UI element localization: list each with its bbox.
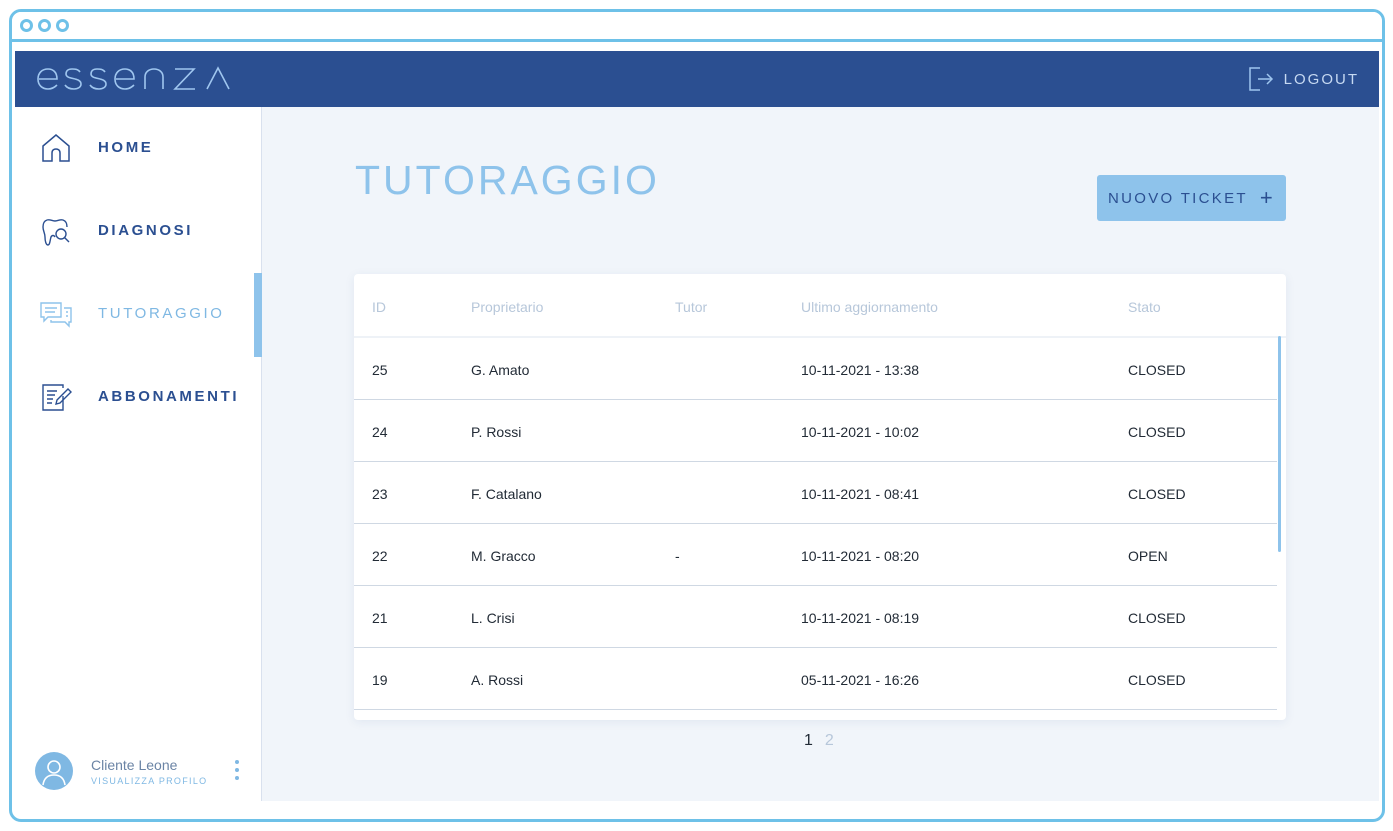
cell-state: CLOSED bbox=[1128, 362, 1186, 378]
logout-button[interactable]: LOGOUT bbox=[1248, 64, 1359, 94]
sidebar-item-label: HOME bbox=[98, 138, 154, 156]
top-header: LOGOUT bbox=[15, 51, 1379, 107]
cell-owner: A. Rossi bbox=[471, 672, 524, 688]
page-title: TUTORAGGIO bbox=[355, 157, 660, 203]
cell-updated: 10-11-2021 - 08:20 bbox=[801, 548, 920, 564]
cell-updated: 10-11-2021 - 08:41 bbox=[801, 486, 920, 502]
column-header-state[interactable]: Stato bbox=[1128, 299, 1161, 315]
table-row[interactable]: 24 P. Rossi 10-11-2021 - 10:02 CLOSED bbox=[354, 400, 1277, 462]
cell-id: 25 bbox=[372, 362, 388, 378]
page-1-link[interactable]: 1 bbox=[804, 732, 813, 749]
table-row[interactable]: 19 A. Rossi 05-11-2021 - 16:26 CLOSED bbox=[354, 648, 1277, 710]
cell-owner: L. Crisi bbox=[471, 610, 515, 626]
more-options-icon[interactable] bbox=[233, 760, 241, 786]
cell-id: 21 bbox=[372, 610, 388, 626]
sidebar: HOME DIAGNOSI TUTORAGGIO ABBONAMENTI Cli… bbox=[15, 107, 262, 801]
profile-name: Cliente Leone bbox=[91, 757, 178, 773]
cell-updated: 10-11-2021 - 08:19 bbox=[801, 610, 920, 626]
window-control-minimize[interactable] bbox=[38, 19, 51, 32]
window-titlebar bbox=[12, 12, 1382, 42]
window-control-close[interactable] bbox=[20, 19, 33, 32]
table-row[interactable]: 21 L. Crisi 10-11-2021 - 08:19 CLOSED bbox=[354, 586, 1277, 648]
browser-window: LOGOUT HOME DIAGNOSI TUTORAGGIO ABBONAME… bbox=[9, 9, 1385, 822]
table-row[interactable]: 22 M. Gracco - 10-11-2021 - 08:20 OPEN bbox=[354, 524, 1277, 586]
table-row[interactable]: 23 F. Catalano 10-11-2021 - 08:41 CLOSED bbox=[354, 462, 1277, 524]
cell-owner: F. Catalano bbox=[471, 486, 542, 502]
cell-id: 19 bbox=[372, 672, 388, 688]
sidebar-item-label: ABBONAMENTI bbox=[98, 387, 240, 405]
cell-updated: 05-11-2021 - 16:26 bbox=[801, 672, 920, 688]
cell-state: CLOSED bbox=[1128, 486, 1186, 502]
column-header-updated[interactable]: Ultimo aggiornamento bbox=[801, 299, 938, 315]
logout-label: LOGOUT bbox=[1283, 70, 1359, 88]
column-header-owner[interactable]: Proprietario bbox=[471, 299, 543, 315]
logout-icon bbox=[1248, 67, 1273, 91]
cell-id: 23 bbox=[372, 486, 388, 502]
sidebar-item-abbonamenti[interactable]: ABBONAMENTI bbox=[15, 366, 262, 426]
cell-owner: G. Amato bbox=[471, 362, 530, 378]
plus-icon: + bbox=[1259, 185, 1275, 210]
sidebar-item-diagnosi[interactable]: DIAGNOSI bbox=[15, 200, 262, 260]
cell-state: CLOSED bbox=[1128, 610, 1186, 626]
tickets-table: ID Proprietario Tutor Ultimo aggiornamen… bbox=[354, 274, 1286, 720]
new-ticket-label: NUOVO TICKET bbox=[1108, 189, 1248, 207]
cell-id: 22 bbox=[372, 548, 388, 564]
document-edit-icon bbox=[42, 384, 72, 411]
cell-tutor: - bbox=[675, 548, 680, 564]
chat-icon bbox=[40, 302, 72, 328]
table-row[interactable]: 25 G. Amato 10-11-2021 - 13:38 CLOSED bbox=[354, 338, 1277, 400]
sidebar-item-home[interactable]: HOME bbox=[15, 117, 262, 177]
window-control-maximize[interactable] bbox=[56, 19, 69, 32]
cell-id: 24 bbox=[372, 424, 388, 440]
sidebar-item-label: DIAGNOSI bbox=[98, 221, 193, 239]
column-header-id[interactable]: ID bbox=[372, 299, 386, 315]
cell-updated: 10-11-2021 - 13:38 bbox=[801, 362, 920, 378]
table-scrollbar[interactable] bbox=[1278, 336, 1281, 552]
cell-state: OPEN bbox=[1128, 548, 1168, 564]
column-header-tutor[interactable]: Tutor bbox=[675, 299, 707, 315]
profile-block: Cliente Leone VISUALIZZA PROFILO bbox=[35, 752, 255, 792]
cell-updated: 10-11-2021 - 10:02 bbox=[801, 424, 920, 440]
pagination: 12 bbox=[804, 732, 846, 750]
cell-owner: P. Rossi bbox=[471, 424, 522, 440]
avatar[interactable] bbox=[35, 752, 73, 790]
sidebar-item-tutoraggio[interactable]: TUTORAGGIO bbox=[15, 283, 262, 343]
app-root: LOGOUT HOME DIAGNOSI TUTORAGGIO ABBONAME… bbox=[15, 51, 1379, 801]
tooth-search-icon bbox=[42, 219, 70, 246]
user-icon bbox=[42, 760, 66, 786]
active-indicator bbox=[254, 273, 262, 357]
page-2-link[interactable]: 2 bbox=[825, 732, 834, 749]
table-body[interactable]: 25 G. Amato 10-11-2021 - 13:38 CLOSED 24… bbox=[354, 338, 1286, 720]
cell-state: CLOSED bbox=[1128, 672, 1186, 688]
home-icon bbox=[42, 134, 70, 162]
new-ticket-button[interactable]: NUOVO TICKET + bbox=[1097, 175, 1286, 221]
table-header: ID Proprietario Tutor Ultimo aggiornamen… bbox=[354, 274, 1286, 338]
sidebar-item-label: TUTORAGGIO bbox=[98, 304, 225, 322]
cell-owner: M. Gracco bbox=[471, 548, 536, 564]
essenza-logo[interactable] bbox=[35, 60, 247, 96]
view-profile-link[interactable]: VISUALIZZA PROFILO bbox=[91, 776, 207, 786]
cell-state: CLOSED bbox=[1128, 424, 1186, 440]
